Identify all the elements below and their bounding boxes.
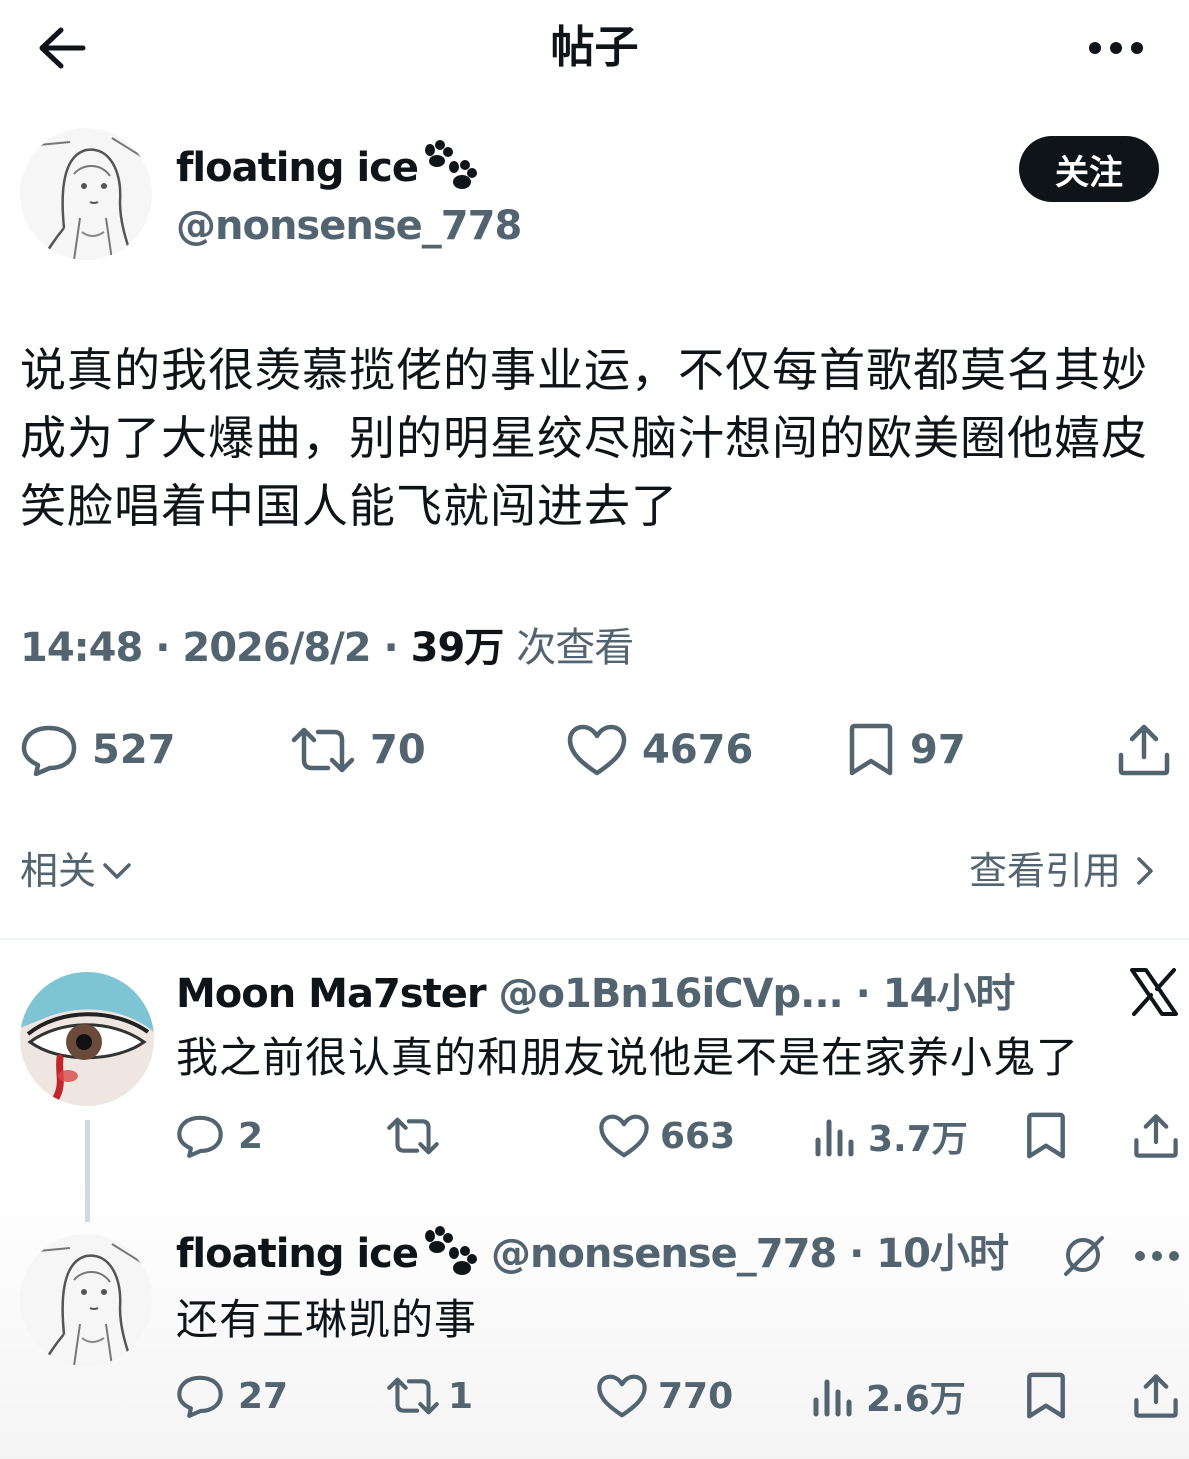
chevron-down-icon	[103, 863, 131, 879]
bar-chart-icon	[815, 1119, 854, 1157]
repost-arrows-icon	[387, 1117, 439, 1155]
heart-icon	[599, 1114, 649, 1158]
reply-text: 我之前很认真的和朋友说他是不是在家养小鬼了	[176, 1033, 1080, 1082]
bookmark-button[interactable]	[1024, 1366, 1068, 1426]
divider	[0, 938, 1189, 940]
repost-button[interactable]: 70	[290, 715, 426, 785]
views-count: 39万	[410, 625, 505, 671]
views-button[interactable]: 2.6万	[810, 1366, 966, 1426]
like-count: 4676	[642, 727, 754, 773]
reply-time[interactable]: 10小时	[876, 1231, 1009, 1277]
like-button[interactable]: 770	[596, 1366, 733, 1426]
reply-more-button[interactable]	[1134, 1236, 1180, 1276]
bookmark-button[interactable]	[1024, 1106, 1068, 1166]
repost-count: 1	[448, 1375, 474, 1417]
post-text: 说真的我很羡慕揽佬的事业运，不仅每首歌都莫名其妙成为了大爆曲，别的明星绞尽脑汁想…	[20, 343, 1148, 533]
share-button[interactable]	[1116, 715, 1172, 785]
view-quotes-link[interactable]: 查看引用	[969, 845, 1159, 897]
reply-avatar[interactable]	[20, 972, 154, 1106]
author-avatar[interactable]	[20, 128, 152, 260]
reply-author-handle[interactable]: @nonsense_778	[491, 1231, 837, 1277]
author-name[interactable]: floating ice	[176, 140, 478, 207]
reply-author-name[interactable]: Moon Ma7ster	[176, 971, 487, 1017]
back-button[interactable]	[30, 20, 94, 76]
speech-bubble-icon	[177, 1115, 223, 1158]
paw-print-icon	[420, 1226, 478, 1293]
views-label: 次查看	[516, 625, 634, 671]
reply-button[interactable]: 527	[20, 715, 176, 785]
views-count: 3.7万	[868, 1119, 968, 1160]
thread-line	[85, 1120, 90, 1222]
repost-arrows-icon	[291, 727, 355, 773]
bookmark-icon	[1027, 1372, 1065, 1419]
repost-button[interactable]: 1	[386, 1366, 473, 1426]
arrow-left-icon	[39, 27, 86, 69]
heart-icon	[597, 1374, 647, 1418]
reply-author-handle[interactable]: @o1Bn16iCVp...	[499, 971, 844, 1017]
page-title: 帖子	[550, 22, 639, 73]
heart-icon	[567, 724, 627, 776]
paw-print-icon	[420, 140, 478, 207]
reply-header: floating ice @nonsense_778 · 10小时	[176, 1226, 1009, 1293]
repost-arrows-icon	[387, 1377, 439, 1415]
like-button[interactable]: 4676	[566, 715, 753, 785]
post-date[interactable]: 2026/8/2	[182, 625, 371, 671]
bookmark-icon	[849, 723, 893, 776]
more-options-button[interactable]	[1080, 22, 1152, 74]
chevron-right-icon	[1137, 857, 1153, 885]
post-time[interactable]: 14:48	[20, 625, 143, 671]
like-count: 770	[658, 1375, 734, 1417]
reply-author-name[interactable]: floating ice	[176, 1231, 419, 1277]
bookmark-count: 97	[910, 727, 966, 773]
repost-count: 70	[370, 727, 426, 773]
bookmark-icon	[1027, 1112, 1065, 1159]
views-button[interactable]: 3.7万	[812, 1106, 968, 1166]
bar-chart-icon	[813, 1379, 852, 1417]
share-upload-icon	[1134, 1114, 1178, 1158]
follow-button[interactable]: 关注	[1019, 136, 1159, 202]
speech-bubble-icon	[21, 725, 77, 776]
more-dots-icon	[1135, 1251, 1179, 1261]
related-toggle[interactable]: 相关	[20, 845, 134, 897]
like-button[interactable]: 663	[598, 1106, 735, 1166]
reply-button[interactable]: 27	[176, 1366, 288, 1426]
reply-count: 27	[238, 1375, 289, 1417]
views-count: 2.6万	[866, 1379, 966, 1420]
share-upload-icon	[1134, 1374, 1178, 1418]
reply-header: Moon Ma7ster @o1Bn16iCVp... · 14小时	[176, 971, 1016, 1017]
share-button[interactable]	[1132, 1366, 1180, 1426]
share-button[interactable]	[1132, 1106, 1180, 1166]
reply-button[interactable]: 2	[176, 1106, 263, 1166]
speech-bubble-icon	[177, 1375, 223, 1418]
author-handle[interactable]: @nonsense_778	[176, 198, 522, 254]
post-meta: 14:48 · 2026/8/2 · 39万 次查看	[20, 625, 634, 671]
repost-button[interactable]	[386, 1106, 454, 1166]
reply-count: 2	[238, 1115, 264, 1157]
like-count: 663	[660, 1115, 736, 1157]
reply-avatar[interactable]	[20, 1234, 152, 1366]
bookmark-button[interactable]: 97	[846, 715, 966, 785]
reply-text: 还有王琳凯的事	[176, 1295, 478, 1344]
grok-slash-icon[interactable]	[1058, 1230, 1108, 1280]
more-dots-icon	[1089, 42, 1143, 54]
reply-time[interactable]: 14小时	[883, 971, 1016, 1017]
x-logo-icon	[1128, 966, 1180, 1018]
reply-count: 527	[92, 727, 176, 773]
share-upload-icon	[1118, 724, 1170, 776]
